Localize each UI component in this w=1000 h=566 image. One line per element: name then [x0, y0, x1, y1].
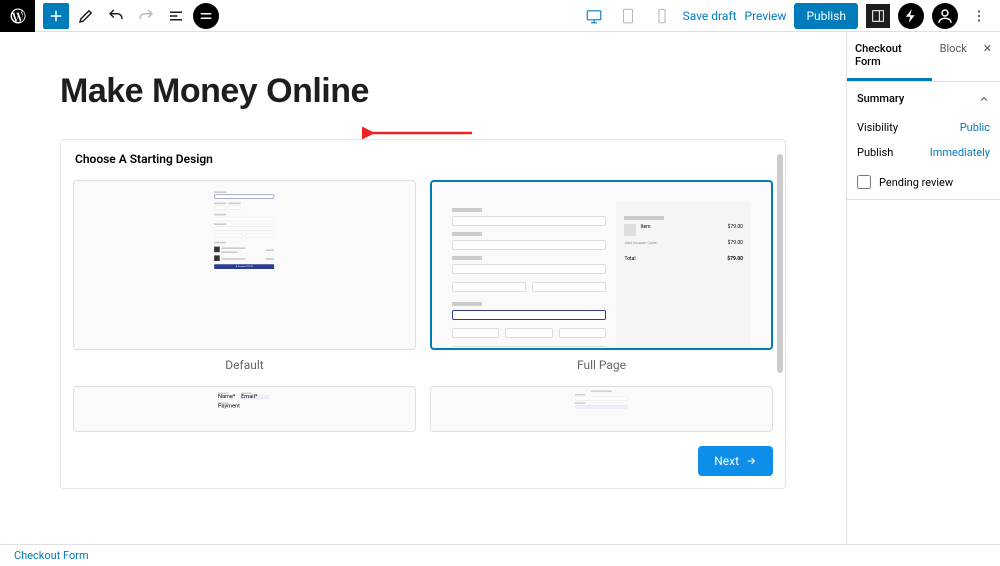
user-icon[interactable]: [932, 3, 958, 29]
settings-sidebar: Checkout Form Block ✕ Summary Visibility…: [846, 32, 1000, 544]
page-title[interactable]: Make Money Online: [60, 72, 786, 111]
design-option-4[interactable]: [430, 386, 773, 432]
design-option-3[interactable]: Name*Email* Payment: [73, 386, 416, 432]
mobile-view-icon[interactable]: [649, 3, 675, 29]
visibility-label: Visibility: [857, 121, 898, 134]
chevron-up-icon: [978, 93, 990, 105]
plugin-icon[interactable]: [193, 3, 219, 29]
tab-block[interactable]: Block: [932, 32, 975, 81]
next-button[interactable]: Next: [698, 446, 773, 476]
panel-scrollbar[interactable]: [777, 154, 783, 428]
arrow-right-icon: [745, 455, 757, 467]
design-chooser-panel: Choose A Starting Design ⊕ Purchase $79: [60, 139, 786, 489]
redo-button: [133, 3, 159, 29]
save-draft-button[interactable]: Save draft: [683, 9, 737, 23]
plugin-circle-icon[interactable]: [898, 3, 924, 29]
design-option-label: Default: [73, 358, 416, 372]
preview-button[interactable]: Preview: [745, 9, 787, 23]
annotation-arrow: [362, 126, 472, 140]
design-option-default[interactable]: ⊕ Purchase $79.00: [73, 180, 416, 350]
publish-button[interactable]: Publish: [794, 3, 858, 29]
undo-button[interactable]: [103, 3, 129, 29]
edit-icon[interactable]: [73, 3, 99, 29]
pending-review-checkbox[interactable]: Pending review: [847, 165, 1000, 199]
breadcrumb[interactable]: Checkout Form: [0, 544, 1000, 566]
design-option-full-page[interactable]: ⊕ Purchase $79.00 Item$79.00 Add Coupon …: [430, 180, 773, 350]
publish-value[interactable]: Immediately: [930, 146, 990, 159]
publish-label: Publish: [857, 146, 893, 159]
wordpress-logo[interactable]: [0, 0, 35, 32]
summary-section-toggle[interactable]: Summary: [847, 82, 1000, 115]
visibility-value[interactable]: Public: [960, 121, 990, 134]
more-options-button[interactable]: [966, 3, 992, 29]
tablet-view-icon[interactable]: [615, 3, 641, 29]
design-option-label: Full Page: [430, 358, 773, 372]
desktop-view-icon[interactable]: [581, 3, 607, 29]
add-block-button[interactable]: [43, 3, 69, 29]
list-view-button[interactable]: [163, 3, 189, 29]
settings-panel-toggle[interactable]: [866, 4, 890, 28]
close-icon[interactable]: ✕: [975, 32, 1000, 81]
tab-checkout-form[interactable]: Checkout Form: [847, 32, 932, 81]
design-chooser-heading: Choose A Starting Design: [73, 152, 773, 166]
